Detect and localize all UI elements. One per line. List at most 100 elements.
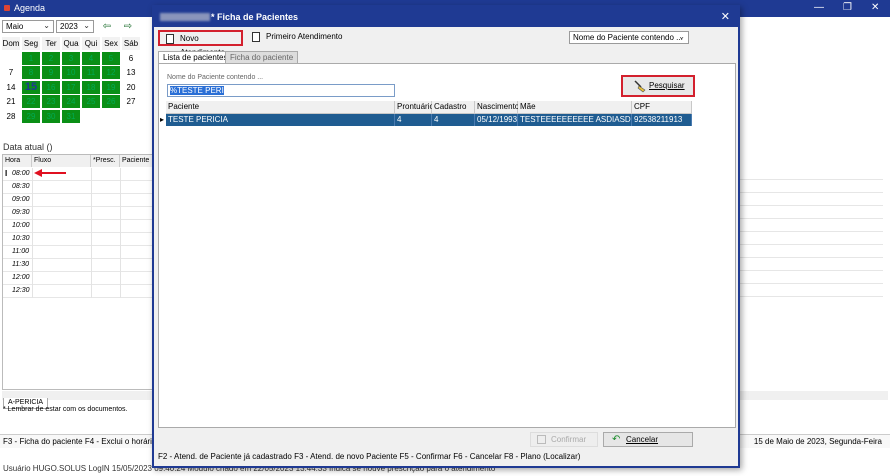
- col-prontuario-header[interactable]: Prontuário: [395, 101, 434, 114]
- year-select[interactable]: 2023 ⌄: [56, 20, 94, 33]
- calendar-day[interactable]: 18: [82, 80, 100, 94]
- col-hora[interactable]: Hora: [3, 155, 32, 167]
- nome-paciente-input[interactable]: %TESTE PERI: [167, 84, 395, 97]
- calendar-day[interactable]: 30: [42, 109, 60, 123]
- grid-line: [120, 220, 121, 233]
- schedule-row[interactable]: 11:30: [3, 259, 154, 272]
- close-main-button[interactable]: ✕: [871, 2, 879, 13]
- calendar-day[interactable]: 26: [102, 95, 120, 108]
- grid-line: [120, 168, 121, 181]
- grid-line: [91, 194, 92, 207]
- calendar-day[interactable]: 11: [82, 66, 100, 79]
- schedule-row[interactable]: 12:00: [3, 272, 154, 285]
- calendar-day[interactable]: 23: [42, 95, 60, 108]
- tab-lista-pacientes[interactable]: Lista de pacientes: [158, 51, 233, 63]
- col-paciente[interactable]: Paciente: [120, 155, 154, 167]
- calendar-day[interactable]: 6: [122, 52, 140, 65]
- cell-mae[interactable]: TESTEEEEEEEEEE ASDIASDIASDI: [518, 114, 632, 126]
- schedule-row[interactable]: 09:00: [3, 194, 154, 207]
- right-grid-row[interactable]: [738, 219, 883, 232]
- dialog-status-bar: F2 - Atend. de Paciente já cadastrado F3…: [158, 452, 581, 461]
- calendar-day[interactable]: 12: [102, 66, 120, 79]
- calendar-day-header: Sáb: [122, 37, 140, 50]
- calendar-day[interactable]: 24: [62, 95, 80, 108]
- calendar-day[interactable]: 8: [22, 66, 40, 79]
- dialog-title-bar: * Ficha de Pacientes ✕: [154, 7, 738, 27]
- calendar-day[interactable]: 16: [42, 80, 60, 94]
- calendar-day[interactable]: 14: [2, 81, 20, 94]
- calendar-day[interactable]: 5: [102, 51, 120, 65]
- cell-paciente[interactable]: TESTE PERICIA: [166, 114, 395, 126]
- calendar-day[interactable]: 19: [102, 80, 120, 94]
- col-paciente-header[interactable]: Paciente: [166, 101, 395, 114]
- calendar-day[interactable]: 1: [22, 51, 40, 65]
- month-select[interactable]: Maio ⌄: [2, 20, 54, 33]
- schedule-time: 08:30: [12, 183, 30, 190]
- calendar-day[interactable]: 7: [2, 66, 20, 79]
- calendar-day[interactable]: 15: [22, 80, 40, 94]
- right-grid-row[interactable]: [738, 167, 883, 180]
- cell-cpf[interactable]: 92538211913: [632, 114, 692, 126]
- schedule-row[interactable]: 08:00 I: [3, 168, 154, 181]
- schedule-row[interactable]: 11:00: [3, 246, 154, 259]
- calendar-day[interactable]: 17: [62, 80, 80, 94]
- schedule-row[interactable]: 09:30: [3, 207, 154, 220]
- calendar-day[interactable]: 31: [62, 109, 80, 123]
- schedule-time: 12:00: [12, 274, 30, 281]
- calendar-day[interactable]: 2: [42, 51, 60, 65]
- schedule-row[interactable]: 08:30: [3, 181, 154, 194]
- prev-month-button[interactable]: ⇦: [100, 20, 114, 33]
- maximize-button[interactable]: ❐: [843, 2, 852, 13]
- cell-cadastro[interactable]: 4: [432, 114, 475, 126]
- right-grid-row[interactable]: [738, 245, 883, 258]
- close-dialog-button[interactable]: ✕: [721, 10, 730, 23]
- schedule-row[interactable]: 12:30: [3, 285, 154, 298]
- dialog-title: * Ficha de Pacientes: [211, 12, 299, 22]
- calendar-day[interactable]: 25: [82, 95, 100, 108]
- novo-atendimento-button[interactable]: Novo Atendimento: [158, 30, 243, 57]
- calendar-day[interactable]: 20: [122, 81, 140, 94]
- pesquisar-button[interactable]: Pesquisar: [621, 75, 695, 97]
- nome-label: Nome do Paciente contendo ...: [167, 74, 264, 81]
- col-presc[interactable]: *Presc.: [91, 155, 120, 167]
- grid-line: [32, 246, 33, 259]
- right-grid-row[interactable]: [738, 206, 883, 219]
- grid-line: [120, 259, 121, 272]
- tab-ficha-paciente[interactable]: Ficha do paciente: [225, 51, 299, 63]
- reminder-text: * Lembrar de estar com os documentos.: [3, 406, 128, 413]
- schedule-row[interactable]: 10:00: [3, 220, 154, 233]
- right-grid-row[interactable]: [738, 258, 883, 271]
- calendar-day[interactable]: 9: [42, 66, 60, 79]
- col-cadastro-header[interactable]: Cadastro: [432, 101, 475, 114]
- calendar-day[interactable]: 28: [2, 110, 20, 123]
- next-month-button[interactable]: ⇨: [121, 20, 135, 33]
- search-mode-select[interactable]: Nome do Paciente contendo ... ⌄: [569, 31, 689, 44]
- right-grid-row[interactable]: [738, 193, 883, 206]
- minimize-button[interactable]: —: [814, 2, 824, 13]
- calendar-day[interactable]: 10: [62, 66, 80, 79]
- col-nascimento-header[interactable]: Nascimento: [475, 101, 519, 114]
- right-grid-row[interactable]: [738, 180, 883, 193]
- calendar-day[interactable]: 21: [2, 95, 20, 108]
- calendar-day[interactable]: 22: [22, 95, 40, 108]
- primeiro-atendimento-button[interactable]: Primeiro Atendimento: [246, 30, 346, 46]
- col-mae-header[interactable]: Mãe: [518, 101, 632, 114]
- calendar-day[interactable]: 4: [82, 51, 100, 65]
- calendar-day[interactable]: 27: [122, 95, 140, 108]
- right-grid-row[interactable]: [738, 232, 883, 245]
- calendar-day[interactable]: 29: [22, 109, 40, 123]
- cancelar-button[interactable]: ↶ Cancelar: [603, 432, 693, 447]
- confirmar-button[interactable]: Confirmar: [530, 432, 598, 447]
- col-fluxo[interactable]: Fluxo: [32, 155, 91, 167]
- calendar-day[interactable]: 3: [62, 51, 80, 65]
- calendar-day[interactable]: 13: [122, 66, 140, 79]
- calendar-day-header: Dom: [2, 37, 20, 50]
- grid-line: [32, 168, 33, 181]
- right-grid-row[interactable]: [738, 271, 883, 284]
- calendar-day-header: Ter: [42, 37, 60, 50]
- right-grid-row[interactable]: [738, 284, 883, 297]
- cell-nascimento[interactable]: 05/12/1993: [475, 114, 518, 126]
- cell-prontuario[interactable]: 4: [395, 114, 432, 126]
- col-cpf-header[interactable]: CPF: [632, 101, 692, 114]
- schedule-row[interactable]: 10:30: [3, 233, 154, 246]
